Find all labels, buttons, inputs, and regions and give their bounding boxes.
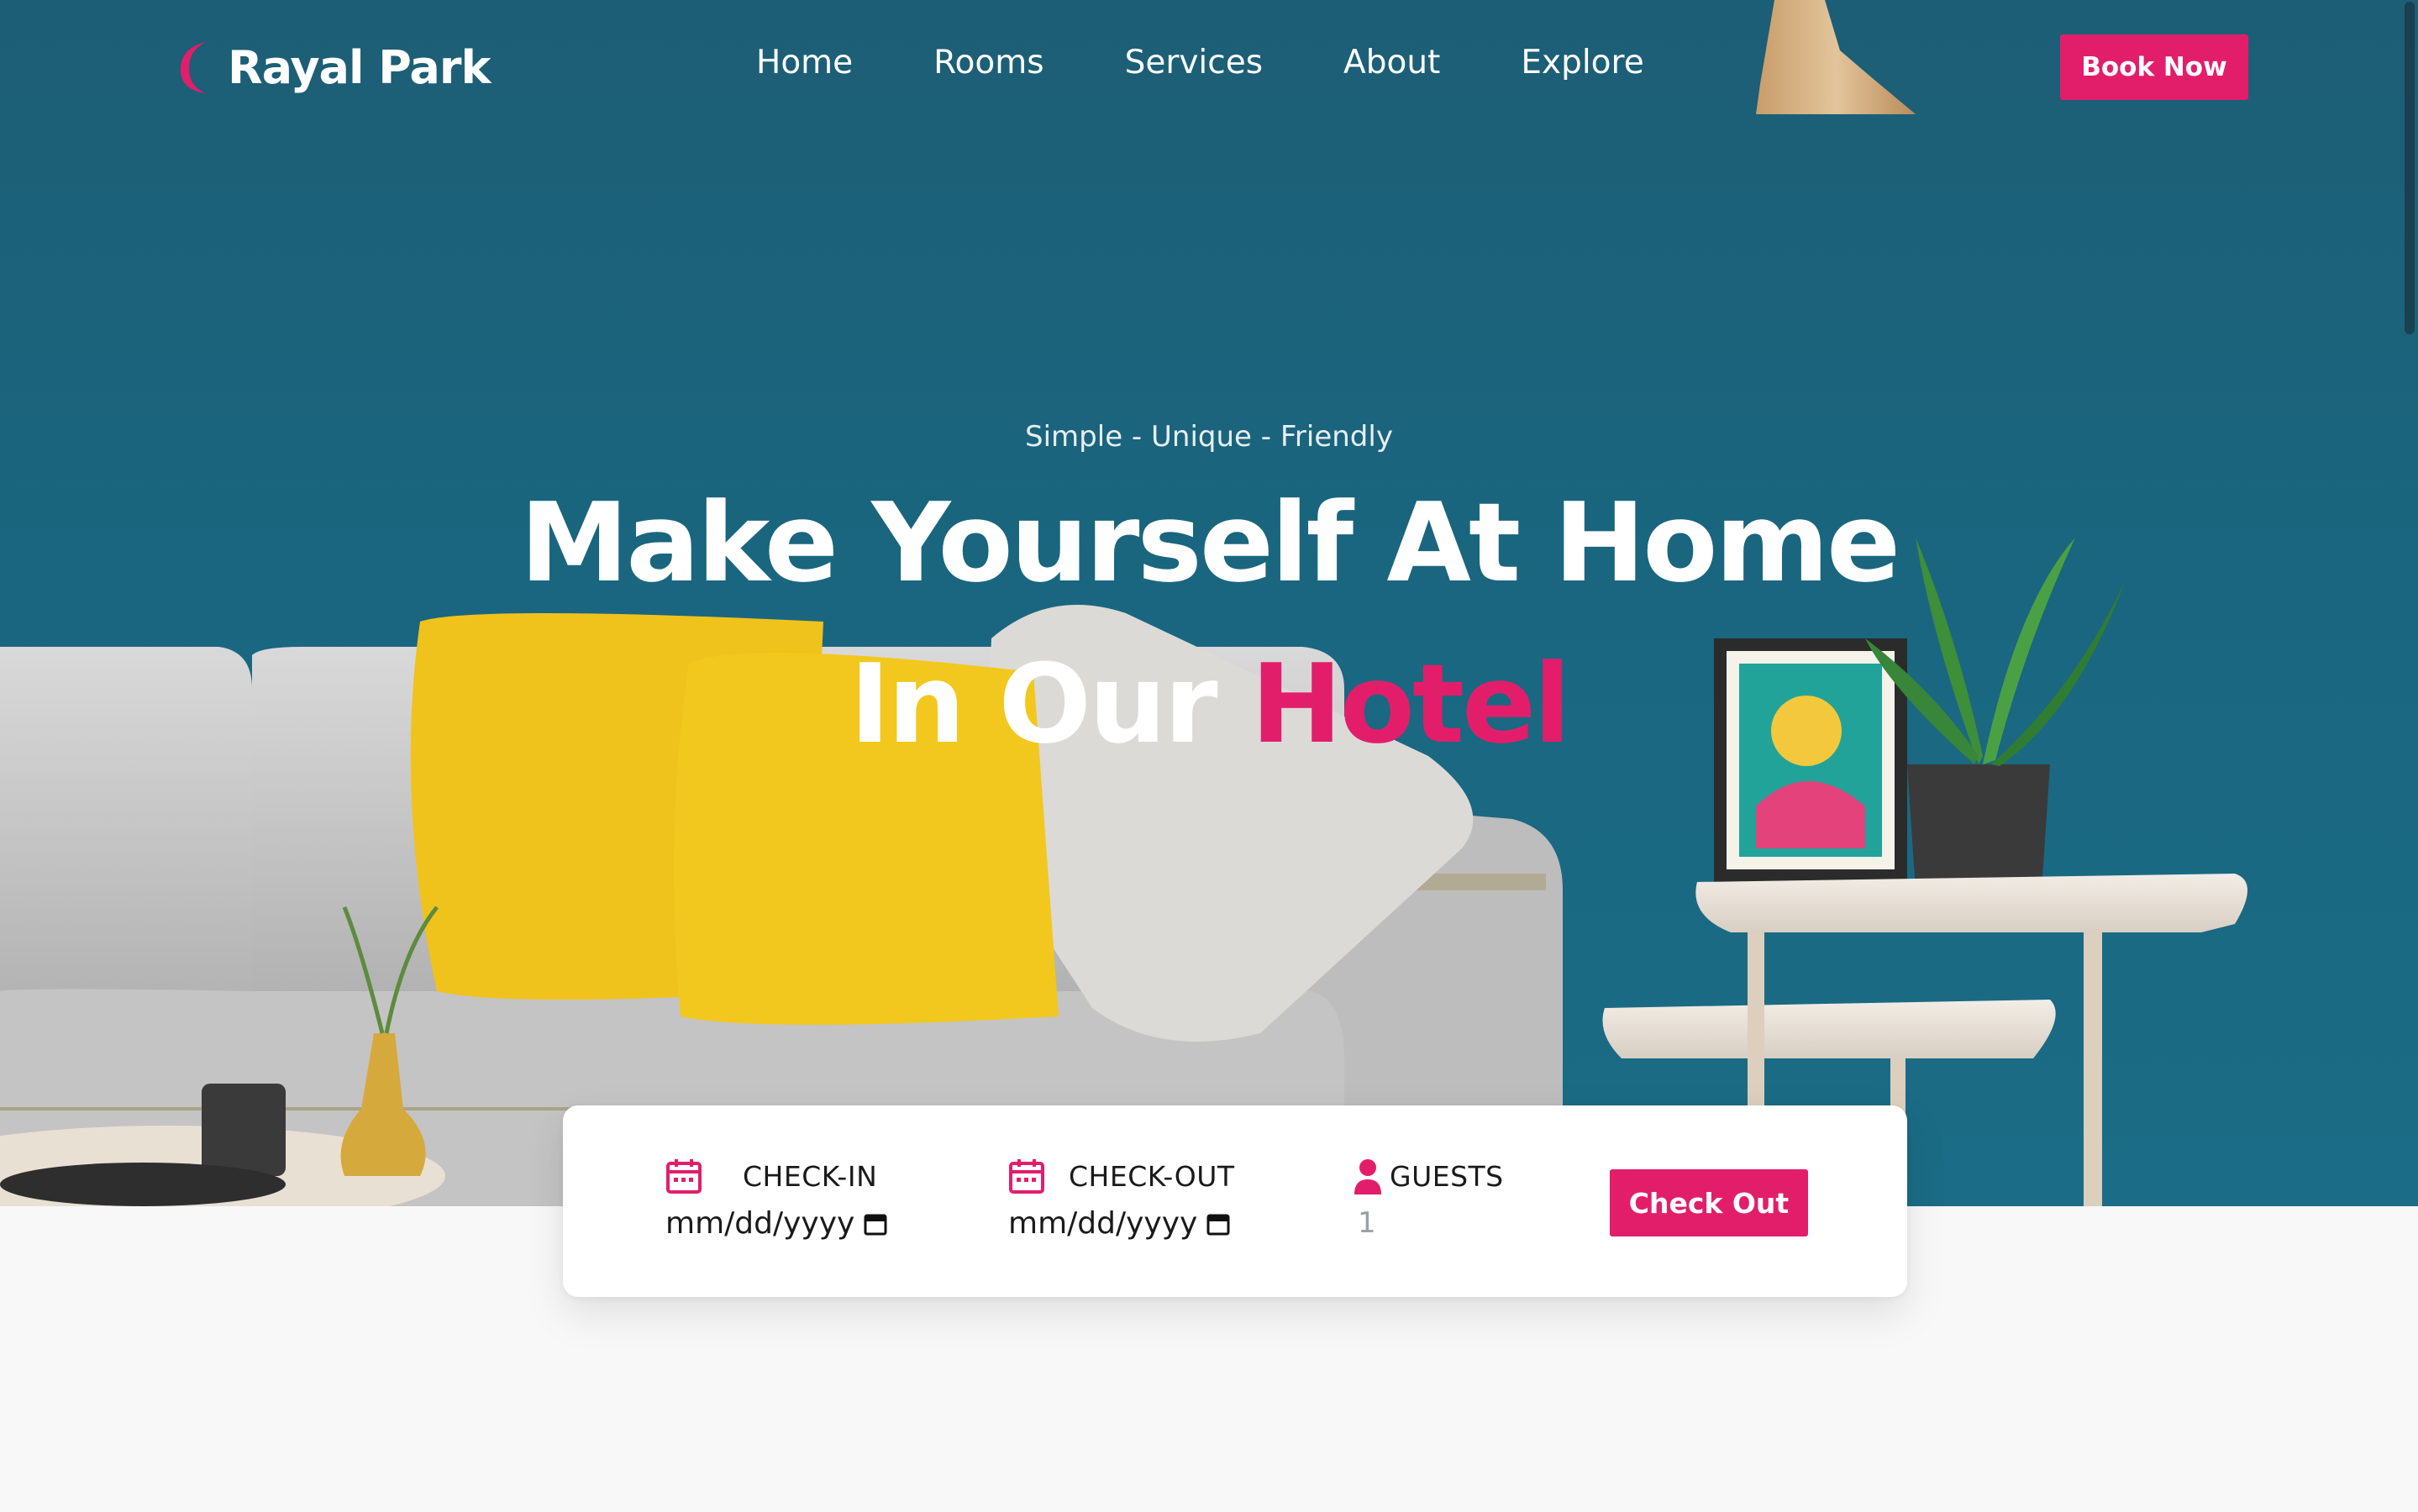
moon-logo-icon xyxy=(181,42,206,93)
guests-input[interactable]: 1 xyxy=(1353,1206,1504,1240)
hero-section: Rayal Park Home Rooms Services About Exp… xyxy=(0,0,2418,1206)
hero-headline-accent: Hotel xyxy=(1250,640,1571,768)
book-now-button[interactable]: Book Now xyxy=(2060,34,2248,100)
checkin-label: CHECK-IN xyxy=(743,1159,878,1193)
plant-pot xyxy=(1907,764,2050,890)
booking-form: CHECK-IN mm/dd/yyyy CHECK-OUT mm/dd/yyyy xyxy=(563,1105,1907,1297)
side-table-top xyxy=(1695,874,2247,932)
side-table-shelf xyxy=(1602,1000,2056,1058)
checkout-date-input[interactable]: mm/dd/yyyy xyxy=(1008,1206,1235,1241)
nav-link-home[interactable]: Home xyxy=(756,44,853,81)
dark-candle xyxy=(202,1084,286,1176)
page-scrollbar[interactable] xyxy=(2405,2,2415,334)
checkin-date-input[interactable]: mm/dd/yyyy xyxy=(665,1206,888,1241)
top-navigation: Rayal Park Home Rooms Services About Exp… xyxy=(0,0,2418,134)
guests-field: GUESTS 1 xyxy=(1353,1158,1504,1240)
check-out-button[interactable]: Check Out xyxy=(1610,1169,1808,1236)
calendar-icon xyxy=(1009,1159,1044,1194)
nav-link-services[interactable]: Services xyxy=(1125,44,1263,81)
hero-headline-line1: Make Yourself At Home xyxy=(519,479,1900,606)
checkin-field: CHECK-IN mm/dd/yyyy xyxy=(665,1158,888,1241)
brand-logo[interactable]: Rayal Park xyxy=(172,34,491,101)
brand-name: Rayal Park xyxy=(228,40,491,94)
nav-link-about[interactable]: About xyxy=(1343,44,1440,81)
checkout-field: CHECK-OUT mm/dd/yyyy xyxy=(1008,1158,1235,1241)
calendar-picker-icon[interactable] xyxy=(863,1211,888,1236)
hero-tagline: Simple - Unique - Friendly xyxy=(1025,420,1393,454)
hero-headline-prefix: In Our xyxy=(849,640,1251,768)
user-icon xyxy=(1354,1159,1381,1194)
calendar-picker-icon[interactable] xyxy=(1206,1211,1231,1236)
calendar-icon xyxy=(666,1159,702,1194)
checkout-label: CHECK-OUT xyxy=(1069,1159,1235,1193)
guests-label: GUESTS xyxy=(1390,1159,1504,1193)
nav-link-rooms[interactable]: Rooms xyxy=(933,44,1043,81)
nav-links: Home Rooms Services About Explore xyxy=(756,44,1725,81)
hero-headline-line2: In Our Hotel xyxy=(0,640,2418,768)
nav-link-explore[interactable]: Explore xyxy=(1521,44,1643,81)
checkout-placeholder: mm/dd/yyyy xyxy=(1008,1206,1198,1241)
checkin-placeholder: mm/dd/yyyy xyxy=(665,1206,855,1241)
